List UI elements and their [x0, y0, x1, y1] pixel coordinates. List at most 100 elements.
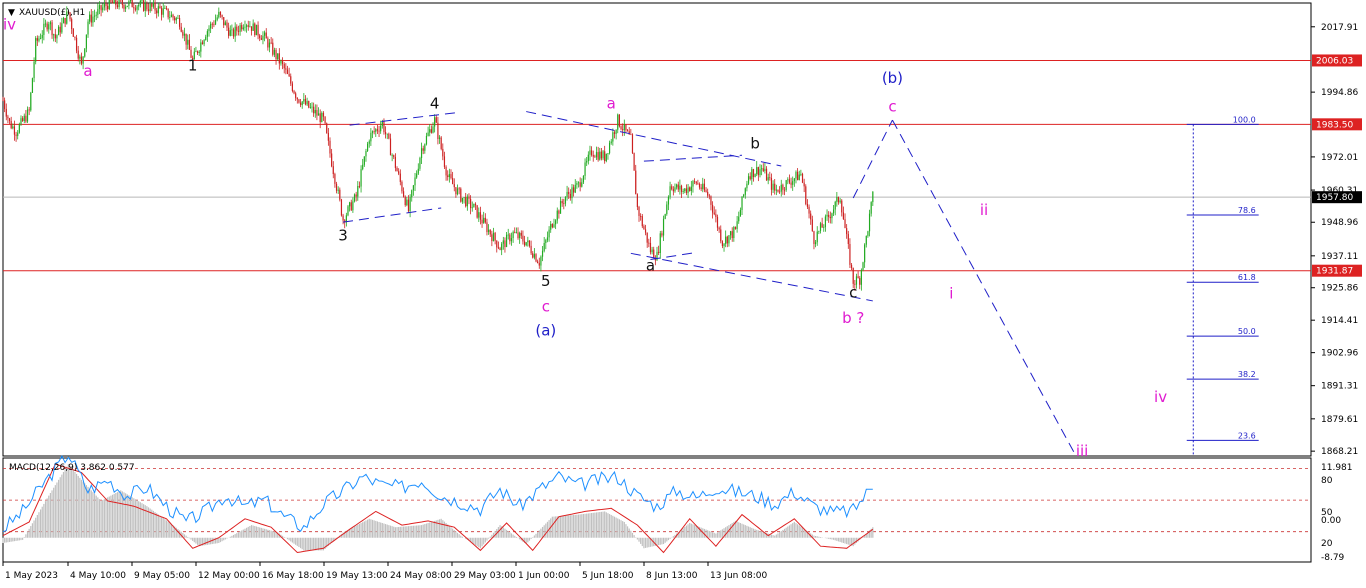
candle-body	[277, 53, 279, 60]
candle-body	[850, 264, 853, 268]
time-tick-label: 9 May 05:00	[134, 571, 190, 581]
candle-body	[298, 99, 300, 103]
candle-body	[93, 15, 96, 17]
candle-body	[728, 235, 730, 244]
candle-body	[486, 222, 488, 233]
candle-body	[321, 112, 323, 123]
candle-body	[252, 23, 254, 31]
candle-body	[206, 31, 208, 37]
candle-body	[362, 164, 364, 170]
candle-body	[455, 187, 457, 195]
macd-axis-label: 11.981	[1321, 463, 1353, 473]
candle-body	[347, 206, 349, 216]
candle-body	[733, 227, 735, 239]
candle-body	[543, 243, 545, 251]
candle-body	[684, 188, 686, 192]
candle-body	[568, 191, 570, 195]
candle-body	[438, 137, 441, 139]
candle-body	[550, 223, 552, 230]
candle-body	[828, 214, 830, 217]
wave-label: iv	[1154, 388, 1167, 406]
candle-body	[564, 196, 567, 204]
candle	[340, 198, 343, 217]
candle-body	[458, 188, 460, 190]
candle-body	[798, 174, 800, 181]
candle-body	[417, 168, 419, 174]
candle-body	[322, 112, 325, 117]
wave-label: 4	[430, 95, 440, 113]
candle-body	[48, 24, 50, 30]
candle-body	[608, 142, 611, 154]
candle-body	[617, 114, 619, 130]
candle-body	[494, 232, 496, 241]
candle-body	[293, 90, 295, 94]
candle-body	[399, 173, 401, 182]
candle-body	[473, 203, 475, 208]
wave-label: c	[542, 297, 550, 315]
candle-body	[785, 180, 787, 190]
candle-body	[303, 99, 305, 102]
candle-body	[715, 214, 717, 217]
candle	[862, 261, 864, 272]
macd-axis-label: 20	[1321, 539, 1333, 549]
price-panel-frame	[2, 2, 1312, 457]
candle-body	[265, 32, 267, 39]
wave-label: b	[750, 134, 760, 152]
candle-body	[751, 169, 753, 180]
candle-body	[200, 42, 202, 52]
candle-body	[401, 181, 403, 192]
candle-body	[33, 61, 35, 79]
candle	[326, 122, 328, 134]
candle-body	[404, 196, 406, 206]
candle-body	[7, 116, 9, 119]
candle-body	[376, 129, 379, 131]
candle-body	[481, 219, 483, 224]
candle-body	[631, 134, 634, 153]
price-level-tag-label: 2006.03	[1316, 56, 1353, 66]
candle-body	[666, 204, 668, 215]
candle-body	[394, 157, 396, 168]
candle-body	[468, 196, 470, 199]
candle-body	[218, 11, 220, 18]
candle-body	[661, 233, 663, 236]
candle	[801, 172, 804, 184]
candle-body	[339, 189, 341, 200]
menu-arrow-icon[interactable]: ▼	[8, 8, 15, 18]
candle-body	[491, 234, 493, 242]
wave-label: c	[849, 283, 857, 301]
candle-body	[90, 14, 92, 23]
candle-body	[435, 117, 437, 123]
candle-body	[520, 232, 522, 236]
candle-body	[716, 216, 719, 228]
candle-body	[622, 129, 624, 131]
candle-body	[195, 51, 197, 53]
candle-body	[710, 196, 712, 205]
candle-body	[143, 0, 145, 11]
wave-label: c	[888, 98, 896, 116]
candle-body	[713, 212, 715, 215]
candle-body	[327, 133, 329, 141]
candle-body	[87, 21, 89, 35]
candle	[255, 24, 258, 36]
candle	[72, 28, 74, 37]
candle-body	[355, 194, 357, 197]
candle-body	[198, 51, 200, 53]
candle	[35, 36, 37, 65]
candle-body	[640, 216, 642, 217]
candle	[84, 48, 86, 58]
price-tick-label: 1868.21	[1321, 447, 1358, 457]
chart-window[interactable]: 100.078.661.850.038.223.6 iva1iv)435c(a)…	[0, 0, 1366, 588]
candle-body	[633, 152, 635, 171]
candle-body	[512, 231, 514, 239]
candle-body	[427, 132, 429, 136]
candle-body	[553, 224, 555, 228]
candle-body	[102, 7, 104, 11]
candle-body	[775, 189, 777, 191]
candle-body	[522, 235, 524, 242]
candle-body	[273, 49, 276, 55]
candle-body	[597, 152, 599, 160]
candle	[440, 136, 442, 151]
candle-body	[630, 134, 632, 136]
candle-body	[177, 17, 179, 19]
candle-body	[393, 155, 395, 158]
